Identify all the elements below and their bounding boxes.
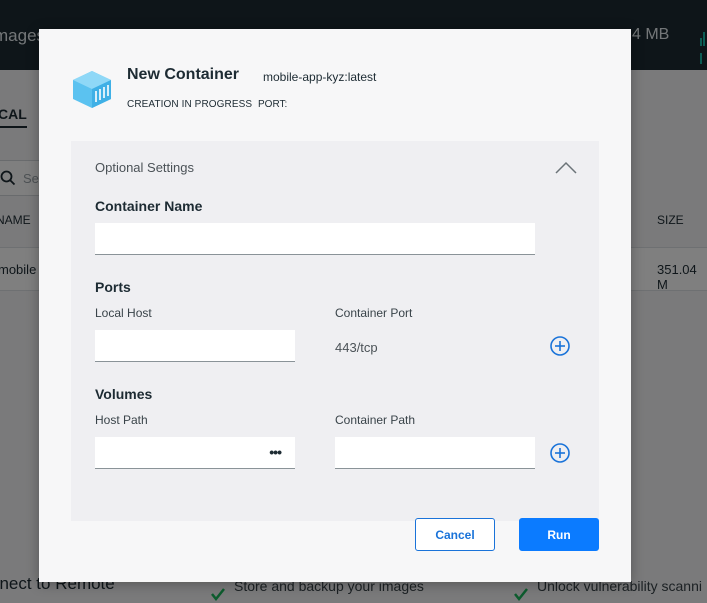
new-container-dialog: New Container mobile-app-kyz:latest CREA… — [39, 29, 631, 582]
host-path-input[interactable]: ••• — [95, 437, 295, 469]
container-path-input[interactable] — [335, 437, 535, 469]
port-label: PORT: — [258, 99, 288, 110]
image-name: mobile-app-kyz:latest — [263, 70, 377, 84]
container-icon — [73, 71, 111, 108]
local-host-label: Local Host — [95, 306, 152, 320]
host-path-label: Host Path — [95, 413, 148, 427]
optional-settings-title: Optional Settings — [95, 160, 195, 175]
cancel-button[interactable]: Cancel — [415, 518, 495, 551]
container-name-input[interactable] — [95, 223, 535, 255]
add-volume-icon[interactable] — [549, 442, 571, 464]
container-port-value: 443/tcp — [335, 340, 378, 355]
dialog-title: New Container — [127, 66, 240, 83]
optional-settings-panel: Optional Settings Container Name Ports L… — [71, 141, 599, 521]
status-text: CREATION IN PROGRESS — [127, 99, 253, 110]
container-path-label: Container Path — [335, 413, 416, 427]
volumes-heading: Volumes — [95, 386, 153, 402]
chevron-up-icon[interactable] — [554, 161, 578, 175]
run-button[interactable]: Run — [519, 518, 599, 551]
add-port-icon[interactable] — [549, 335, 571, 357]
ports-heading: Ports — [95, 279, 131, 295]
container-port-label: Container Port — [335, 306, 413, 320]
local-host-input[interactable] — [95, 330, 295, 362]
container-name-label: Container Name — [95, 198, 203, 214]
browse-dots-icon[interactable]: ••• — [269, 444, 282, 460]
